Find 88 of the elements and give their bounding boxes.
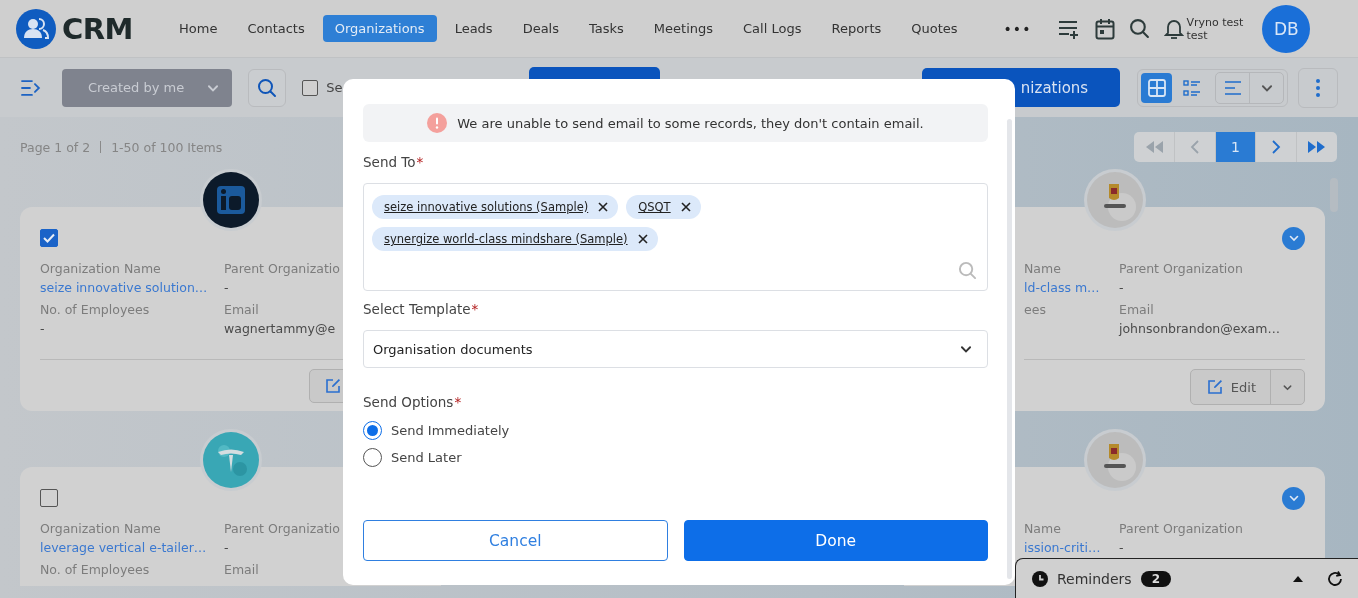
field-label: Send Options* [363, 394, 463, 410]
warning-icon [427, 113, 448, 133]
recipients-field[interactable]: seize innovative solutions (Sample) QSQT synergize world-class mindshare (Sample) [363, 183, 988, 291]
sidebar-toggle-icon[interactable] [20, 78, 42, 97]
field-value: - [224, 280, 230, 296]
field-label: Name [1024, 521, 1062, 536]
nav-tab[interactable]: Meetings [641, 15, 726, 42]
list-icon [1182, 78, 1201, 97]
field-label: Name [1024, 261, 1062, 276]
field-label: No. of Employees [40, 302, 151, 317]
logo-text: CRM [62, 11, 133, 46]
nav-tab[interactable]: Deals [510, 15, 571, 42]
clock-icon [1032, 570, 1048, 587]
search-icon [958, 261, 977, 280]
scrollbar[interactable] [1007, 119, 1012, 579]
field-label: Parent Organizatio [224, 521, 341, 536]
field-value: - [40, 321, 46, 337]
field-label: Organization Name [40, 261, 162, 276]
expand-button[interactable] [1282, 226, 1305, 250]
field-label: Send To* [363, 154, 425, 170]
reminder-count: 2 [1140, 570, 1172, 587]
field-label: Parent Organization [1119, 521, 1244, 536]
previous-page-icon [1190, 140, 1200, 154]
cancel-button[interactable]: Cancel [363, 520, 668, 561]
alert-message: We are unable to send email to some records, they don't contain email. [457, 115, 924, 131]
checkbox[interactable] [302, 79, 319, 96]
search-button[interactable] [248, 68, 287, 107]
page-indicator: Page 1 of 2 [20, 139, 91, 155]
caret-up-icon[interactable] [1293, 575, 1303, 582]
done-button[interactable]: Done [683, 520, 988, 561]
field-label: Email [224, 562, 260, 577]
close-icon[interactable] [680, 202, 691, 212]
close-icon[interactable] [637, 234, 648, 244]
recipient-tag[interactable]: QSQT [626, 195, 701, 219]
nav-tab[interactable]: Reports [819, 15, 894, 42]
last-page-icon [1307, 141, 1327, 153]
align-left-icon [1223, 80, 1242, 95]
reminders-label[interactable]: Reminders [1057, 570, 1132, 587]
refresh-icon[interactable] [1326, 569, 1344, 588]
edit-button[interactable]: Edit [1190, 370, 1270, 404]
field-label: Parent Organizatio [224, 261, 341, 276]
kebab-menu-icon [1316, 78, 1321, 97]
search-icon[interactable] [1129, 18, 1151, 39]
field-label: Parent Organization [1119, 261, 1244, 276]
edit-icon [325, 378, 341, 394]
field-value: johnsonbrandon@exam… [1119, 321, 1281, 337]
user-name: Vryno test test [1186, 15, 1245, 42]
field-label: Organization Name [40, 521, 162, 536]
grid-icon [1147, 78, 1166, 97]
logo-icon [16, 8, 56, 49]
close-icon[interactable] [598, 202, 609, 212]
nav-tab[interactable]: Contacts [235, 15, 317, 42]
first-page-icon [1144, 141, 1164, 153]
field-label: No. of Employees [40, 562, 151, 577]
recipient-tag[interactable]: synergize world-class mindshare (Sample) [372, 227, 658, 251]
field-value: - [224, 540, 230, 556]
checkbox[interactable] [40, 229, 58, 247]
search-icon [257, 77, 278, 98]
nav-tab[interactable]: Quotes [899, 15, 970, 42]
bell-icon[interactable] [1164, 17, 1185, 40]
field-label: Email [1119, 302, 1155, 317]
next-page-icon [1271, 140, 1281, 154]
nav-tab[interactable]: Tasks [577, 15, 636, 42]
sort-button[interactable] [1215, 71, 1285, 104]
checkbox[interactable] [40, 489, 58, 507]
radio-label: Send Later [391, 450, 462, 465]
nav-tab[interactable]: Leads [442, 15, 505, 42]
radio-label: Send Immediately [391, 423, 510, 438]
field-label: ees [1024, 302, 1047, 317]
field-value: wagnertammy@e [224, 321, 337, 337]
calendar-icon[interactable] [1095, 17, 1116, 40]
nav-tab[interactable]: Home [167, 15, 230, 42]
nav-tab[interactable]: Call Logs [731, 15, 814, 42]
nav-tab[interactable]: Organizations [322, 15, 437, 42]
item-range: 1-50 of 100 Items [111, 139, 223, 155]
expand-button[interactable] [1282, 486, 1305, 510]
edit-icon [1206, 379, 1223, 395]
grid-view-button[interactable] [1141, 72, 1173, 103]
recipient-tag[interactable]: seize innovative solutions (Sample) [372, 195, 619, 219]
select-all-label: Se [326, 80, 344, 95]
more-menu[interactable]: ••• [1003, 20, 1032, 37]
more-button[interactable] [1298, 67, 1338, 108]
template-select[interactable]: Organisation documents [363, 330, 988, 368]
user-avatar[interactable]: DB [1262, 4, 1311, 53]
field-label: Select Template* [363, 301, 480, 317]
field-label: Email [224, 302, 260, 317]
field-value: - [1119, 540, 1125, 556]
field-value: - [1119, 280, 1125, 296]
